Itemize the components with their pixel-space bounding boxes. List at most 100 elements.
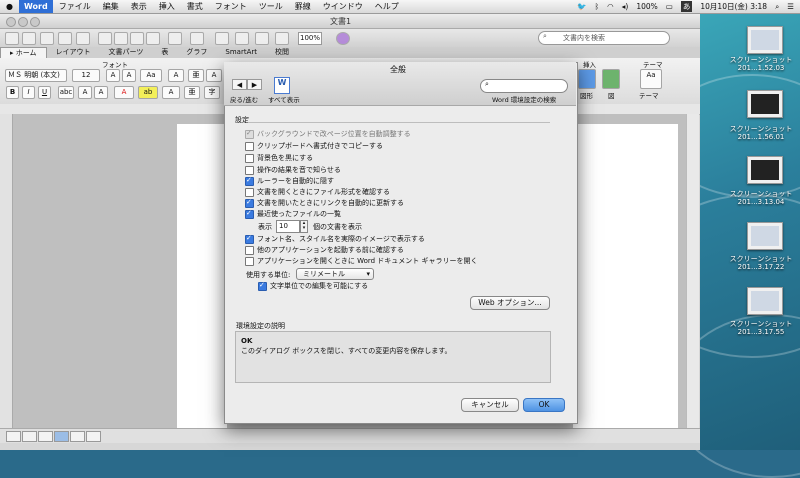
desktop-file-icon[interactable] — [747, 222, 783, 250]
ok-button[interactable]: OK — [523, 398, 565, 412]
document-search-field[interactable]: ⌕ 文書内を検索 — [538, 31, 670, 45]
ruby-icon[interactable]: 亜 — [188, 69, 204, 82]
superscript-icon[interactable]: A — [78, 86, 92, 99]
zoom-field[interactable]: 100% — [298, 32, 322, 45]
underline-icon[interactable]: U — [38, 86, 51, 99]
desktop-file-label[interactable]: スクリーンショット 201...3.17.22 — [722, 255, 800, 271]
menu-tools[interactable]: ツール — [253, 1, 289, 12]
spotlight-icon[interactable]: ⌕ — [775, 2, 779, 12]
option-confirm-conversion-label[interactable]: 文書を開くときにファイル形式を確認する — [257, 187, 390, 197]
menu-app-word[interactable]: Word — [18, 0, 53, 13]
sidebar-icon[interactable] — [235, 32, 249, 45]
picture-icon[interactable] — [602, 69, 620, 89]
option-open-gallery-checkbox[interactable] — [245, 257, 254, 266]
grow-font-icon[interactable]: A — [106, 69, 120, 82]
tab-chart[interactable]: グラフ — [177, 47, 216, 58]
option-background-repagination-label[interactable]: バックグラウンドで改ページ位置を自動調整する — [257, 129, 411, 139]
notebook-view-icon[interactable] — [70, 431, 85, 442]
input-method-icon[interactable]: あ — [680, 1, 693, 12]
draft-view-icon[interactable] — [6, 431, 21, 442]
show-all-icon[interactable]: W — [274, 77, 290, 94]
help-icon[interactable] — [336, 32, 350, 45]
desktop-file-icon[interactable] — [747, 287, 783, 315]
minimize-button[interactable] — [18, 17, 28, 27]
new-document-icon[interactable] — [5, 32, 19, 45]
cancel-button[interactable]: キャンセル — [461, 398, 519, 412]
option-confirm-launch-label[interactable]: 他のアプリケーションを起動する前に確認する — [257, 245, 404, 255]
format-painter-icon[interactable] — [146, 32, 160, 45]
clock[interactable]: 10月10日(金) 3:18 — [700, 1, 767, 12]
apple-menu-icon[interactable]: ● — [0, 2, 19, 11]
recent-files-count-field[interactable]: 10 — [276, 220, 300, 233]
recent-files-stepper[interactable]: ▴ ▾ — [300, 220, 308, 233]
cut-icon[interactable] — [98, 32, 112, 45]
option-recent-files-label[interactable]: 最近使ったファイルの一覧 — [257, 209, 341, 219]
show-all-label[interactable]: すべて表示 — [268, 94, 300, 104]
highlight-icon[interactable]: ab — [138, 86, 158, 99]
close-button[interactable] — [6, 17, 16, 27]
menu-window[interactable]: ウインドウ — [317, 1, 369, 12]
picture-label[interactable]: 図 — [608, 90, 615, 100]
shape-icon[interactable] — [578, 69, 596, 89]
forward-icon[interactable]: ▶ — [247, 79, 262, 90]
bluetooth-icon[interactable]: ᛒ — [595, 2, 600, 11]
redo-icon[interactable] — [190, 32, 204, 45]
desktop-file-label[interactable]: スクリーンショット 201...1.52.03 — [722, 56, 800, 72]
open-icon[interactable] — [40, 32, 54, 45]
outline-view-icon[interactable] — [22, 431, 37, 442]
print-layout-view-icon[interactable] — [54, 431, 69, 442]
clear-format-icon[interactable]: A — [168, 69, 184, 82]
option-background-repagination-checkbox[interactable] — [245, 129, 254, 139]
font-color-icon[interactable]: A — [114, 86, 134, 99]
option-sound-feedback-label[interactable]: 操作の結果を音で知らせる — [257, 165, 341, 175]
menu-view[interactable]: 表示 — [125, 1, 153, 12]
menu-insert[interactable]: 挿入 — [153, 1, 181, 12]
theme-label[interactable]: テーマ — [639, 90, 659, 100]
copy-icon[interactable] — [114, 32, 128, 45]
option-auto-hide-ruler-checkbox[interactable] — [245, 176, 254, 186]
option-open-gallery-label[interactable]: アプリケーションを開くときに Word ドキュメント ギャラリーを開く — [257, 256, 478, 266]
option-wysiwyg-fonts-checkbox[interactable] — [245, 234, 254, 244]
measurement-unit-select[interactable]: ミリメートル ▾ — [296, 268, 374, 280]
shrink-font-icon[interactable]: A — [122, 69, 136, 82]
menu-format[interactable]: 書式 — [181, 1, 209, 12]
desktop-file-label[interactable]: スクリーンショット 201...3.13.04 — [722, 190, 800, 206]
option-auto-hide-ruler-label[interactable]: ルーラーを自動的に隠す — [257, 176, 334, 186]
desktop-file-label[interactable]: スクリーンショット 201...1.56.01 — [722, 125, 800, 141]
menu-font[interactable]: フォント — [209, 1, 253, 12]
bold-icon[interactable]: B — [6, 86, 19, 99]
option-char-unit-label[interactable]: 文字単位での編集を可能にする — [270, 281, 368, 291]
document-page[interactable] — [573, 124, 678, 428]
menu-edit[interactable]: 編集 — [97, 1, 125, 12]
shape-label[interactable]: 図形 — [580, 90, 593, 100]
paste-icon[interactable] — [130, 32, 144, 45]
menu-table[interactable]: 罫線 — [289, 1, 317, 12]
option-confirm-launch-checkbox[interactable] — [245, 246, 254, 255]
tab-home[interactable]: ▸ ホーム — [0, 47, 47, 58]
battery-icon[interactable]: ▭ — [666, 2, 673, 11]
option-recent-files-checkbox[interactable] — [245, 209, 254, 219]
toolbox-icon[interactable] — [275, 32, 289, 45]
vertical-scrollbar[interactable] — [686, 114, 699, 428]
theme-icon[interactable]: Aa — [640, 69, 662, 89]
subscript-icon[interactable]: A — [94, 86, 108, 99]
preferences-search-field[interactable]: ⌕ — [480, 79, 568, 93]
back-icon[interactable]: ◀ — [232, 79, 247, 90]
wifi-icon[interactable]: ◠ — [607, 2, 614, 11]
twitter-icon[interactable]: 🐦 — [577, 2, 586, 11]
option-char-unit-checkbox[interactable] — [258, 281, 267, 291]
tab-smartart[interactable]: SmartArt — [216, 47, 266, 58]
document-page[interactable] — [177, 124, 227, 428]
menu-file[interactable]: ファイル — [53, 1, 97, 12]
tab-layout[interactable]: レイアウト — [47, 47, 100, 58]
desktop-file-icon[interactable] — [747, 26, 783, 54]
option-black-background-checkbox[interactable] — [245, 154, 254, 163]
menu-help[interactable]: ヘルプ — [369, 1, 405, 12]
option-confirm-conversion-checkbox[interactable] — [245, 188, 254, 197]
phonetic-guide-icon[interactable]: 亜 — [184, 86, 200, 99]
option-copy-formatted-checkbox[interactable] — [245, 142, 254, 151]
change-case-icon[interactable]: Aa — [140, 69, 162, 82]
strikethrough-icon[interactable]: abc — [58, 86, 74, 99]
option-copy-formatted-label[interactable]: クリップボードへ書式付きでコピーする — [257, 141, 383, 151]
template-icon[interactable] — [22, 32, 36, 45]
